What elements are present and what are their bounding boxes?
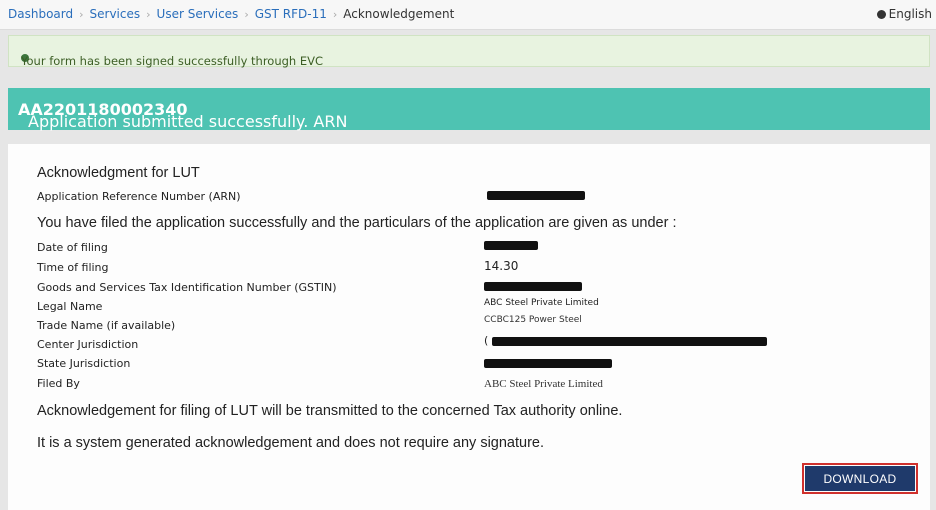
redacted-gstin-value [484, 282, 582, 291]
row-label-center-jurisdiction: Center Jurisdiction [37, 338, 139, 351]
success-alert: Your form has been signed successfully t… [8, 35, 930, 68]
breadcrumb-separator: › [79, 8, 84, 21]
breadcrumb-separator: › [332, 8, 338, 21]
redacted-state-jurisdiction [484, 359, 612, 368]
row-value-time-of-filing: 14.30 [484, 259, 519, 273]
row-label-legal-name: Legal Name [37, 300, 103, 313]
alert-text: Your form has been signed successfully t… [21, 54, 324, 68]
submission-banner: Application submitted successfully. ARN … [8, 88, 930, 131]
language-selector[interactable]: English [876, 7, 932, 21]
language-label: English [888, 7, 932, 21]
arn-label: Application Reference Number (ARN) [37, 190, 241, 203]
row-label-filed-by: Filed By [37, 377, 80, 390]
breadcrumb-dashboard-link[interactable]: Dashboard [8, 7, 73, 21]
row-label-time-of-filing: Time of filing [37, 261, 109, 274]
ack-title: Acknowledgment for LUT [37, 165, 200, 181]
row-value-legal-name: ABC Steel Private Limited [484, 298, 599, 308]
row-label-gstin: Goods and Services Tax Identification Nu… [37, 281, 337, 294]
row-label-date-of-filing: Date of filing [37, 241, 108, 254]
download-button[interactable]: DOWNLOAD [805, 466, 915, 491]
ack-note-transmission: Acknowledgement for filing of LUT will b… [37, 403, 623, 419]
breadcrumb-user-services-link[interactable]: User Services [157, 7, 239, 21]
row-label-state-jurisdiction: State Jurisdiction [37, 357, 131, 370]
breadcrumb-gst-rfd11-link[interactable]: GST RFD-11 [255, 7, 327, 21]
breadcrumb-separator: › [146, 8, 151, 21]
acknowledgement-card: Acknowledgment for LUT Application Refer… [8, 144, 930, 510]
breadcrumb: Dashboard › Services › User Services › GST RFD… [0, 0, 936, 30]
redacted-arn-value [487, 191, 585, 200]
row-value-filed-by: ABC Steel Private Limited [484, 378, 603, 390]
ack-intro: You have filed the application successfu… [37, 215, 677, 231]
globe-icon [876, 10, 886, 19]
redacted-center-jurisdiction [492, 337, 767, 346]
banner-text: Application submitted successfully. ARN [28, 112, 348, 131]
ack-note-system-generated: It is a system generated acknowledgement… [37, 435, 544, 451]
row-label-trade-name: Trade Name (if available) [37, 319, 176, 332]
row-value-trade-name: CCBC125 Power Steel [484, 315, 582, 325]
row-value-center-jurisdiction: ( [484, 334, 489, 347]
redacted-date-value [484, 241, 538, 250]
breadcrumb-separator: › [244, 8, 249, 21]
download-button-highlight: DOWNLOAD [802, 463, 918, 494]
breadcrumb-services-link[interactable]: Services [90, 7, 141, 21]
breadcrumb-current: Acknowledgement [343, 7, 455, 21]
